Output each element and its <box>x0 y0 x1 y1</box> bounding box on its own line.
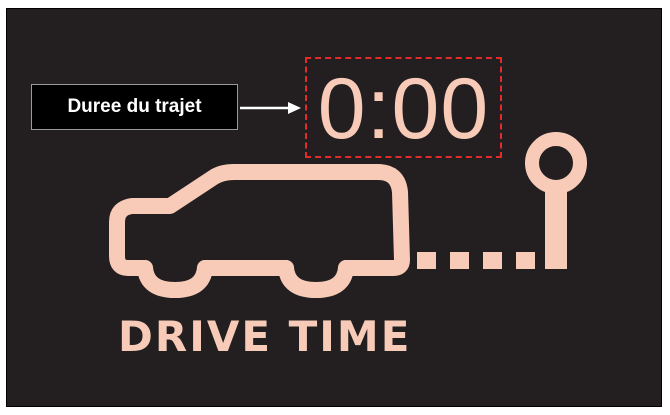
callout-label: Duree du trajet <box>31 84 238 130</box>
time-value: 0:00 <box>317 60 490 157</box>
destination-pin-icon <box>525 132 587 269</box>
dotted-route-icon <box>417 252 535 269</box>
drive-time-caption: DRIVE TIME <box>118 312 412 361</box>
car-icon <box>109 164 410 298</box>
time-display-highlight: 0:00 <box>305 57 502 158</box>
arrow-icon <box>240 102 301 114</box>
